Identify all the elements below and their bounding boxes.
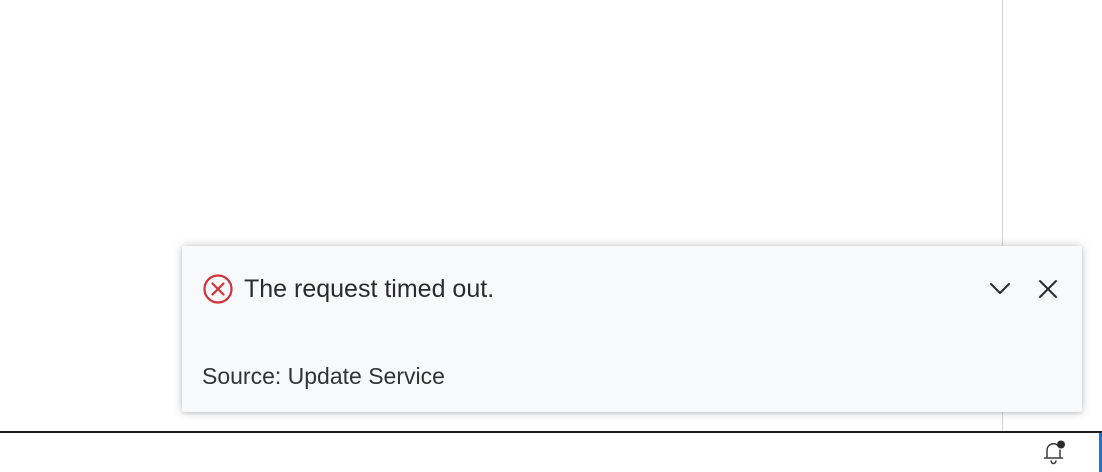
chevron-down-icon <box>990 283 1010 294</box>
expand-notification-button[interactable] <box>986 275 1014 303</box>
notification-message: The request timed out. <box>244 275 495 303</box>
status-bar <box>0 431 1102 472</box>
bell-dot-icon <box>1043 440 1065 465</box>
close-icon <box>1039 280 1057 298</box>
error-notification-toast: The request timed out. Source: Update Se… <box>182 246 1082 412</box>
notification-source: Source: Update Service <box>202 363 445 389</box>
error-circle-x-icon <box>202 273 234 305</box>
close-notification-button[interactable] <box>1034 275 1062 303</box>
notifications-button[interactable] <box>1040 439 1068 467</box>
